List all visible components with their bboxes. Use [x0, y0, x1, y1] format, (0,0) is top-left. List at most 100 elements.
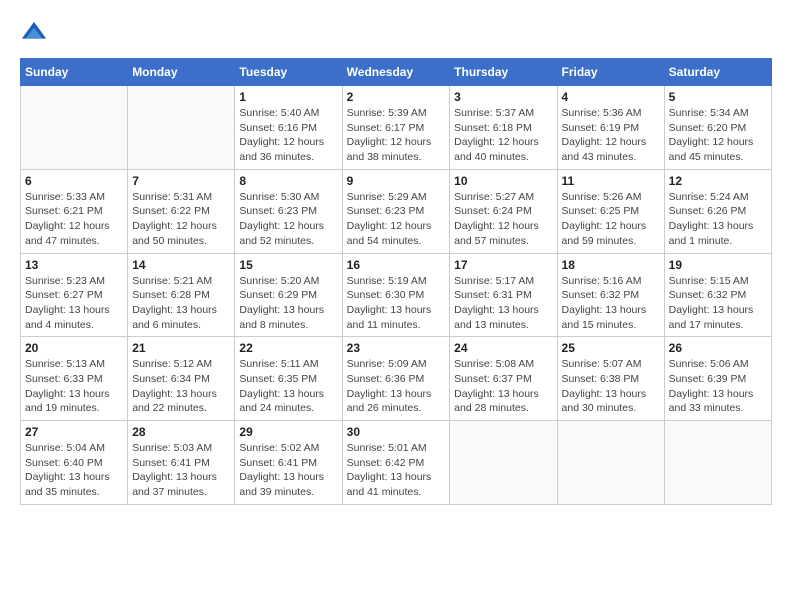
calendar-day-cell: 21 Sunrise: 5:12 AM Sunset: 6:34 PM Dayli…	[128, 337, 235, 421]
calendar-header-sunday: Sunday	[21, 59, 128, 86]
calendar-day-cell: 27 Sunrise: 5:04 AM Sunset: 6:40 PM Dayli…	[21, 421, 128, 505]
day-info: Sunrise: 5:06 AM Sunset: 6:39 PM Dayligh…	[669, 357, 767, 416]
calendar-day-cell: 6 Sunrise: 5:33 AM Sunset: 6:21 PM Daylig…	[21, 169, 128, 253]
page-header	[20, 20, 772, 48]
calendar-day-cell: 29 Sunrise: 5:02 AM Sunset: 6:41 PM Dayli…	[235, 421, 342, 505]
calendar-day-cell: 4 Sunrise: 5:36 AM Sunset: 6:19 PM Daylig…	[557, 86, 664, 170]
day-info: Sunrise: 5:29 AM Sunset: 6:23 PM Dayligh…	[347, 190, 446, 249]
calendar-day-cell: 12 Sunrise: 5:24 AM Sunset: 6:26 PM Dayli…	[664, 169, 771, 253]
calendar-day-cell: 13 Sunrise: 5:23 AM Sunset: 6:27 PM Dayli…	[21, 253, 128, 337]
day-info: Sunrise: 5:16 AM Sunset: 6:32 PM Dayligh…	[562, 274, 660, 333]
day-number: 29	[239, 425, 337, 439]
day-number: 23	[347, 341, 446, 355]
calendar-day-cell: 8Sunrise: 5:30 AM Sunset: 6:23 PM Daylig…	[235, 169, 342, 253]
calendar-day-cell: 24 Sunrise: 5:08 AM Sunset: 6:37 PM Dayli…	[450, 337, 557, 421]
day-number: 7	[132, 174, 230, 188]
calendar-header-saturday: Saturday	[664, 59, 771, 86]
calendar-day-cell: 7 Sunrise: 5:31 AM Sunset: 6:22 PM Daylig…	[128, 169, 235, 253]
calendar-day-cell: 19 Sunrise: 5:15 AM Sunset: 6:32 PM Dayli…	[664, 253, 771, 337]
day-info: Sunrise: 5:15 AM Sunset: 6:32 PM Dayligh…	[669, 274, 767, 333]
day-info: Sunrise: 5:13 AM Sunset: 6:33 PM Dayligh…	[25, 357, 123, 416]
day-info: Sunrise: 5:27 AM Sunset: 6:24 PM Dayligh…	[454, 190, 552, 249]
day-number: 18	[562, 258, 660, 272]
calendar-day-cell	[557, 421, 664, 505]
day-info: Sunrise: 5:19 AM Sunset: 6:30 PM Dayligh…	[347, 274, 446, 333]
calendar-day-cell: 1 Sunrise: 5:40 AM Sunset: 6:16 PM Daylig…	[235, 86, 342, 170]
day-number: 19	[669, 258, 767, 272]
day-info: Sunrise: 5:01 AM Sunset: 6:42 PM Dayligh…	[347, 441, 446, 500]
day-number: 4	[562, 90, 660, 104]
day-info: Sunrise: 5:36 AM Sunset: 6:19 PM Dayligh…	[562, 106, 660, 165]
day-info: Sunrise: 5:33 AM Sunset: 6:21 PM Dayligh…	[25, 190, 123, 249]
day-info: Sunrise: 5:20 AM Sunset: 6:29 PM Dayligh…	[239, 274, 337, 333]
calendar-day-cell	[450, 421, 557, 505]
day-number: 2	[347, 90, 446, 104]
day-number: 9	[347, 174, 446, 188]
calendar-header-monday: Monday	[128, 59, 235, 86]
calendar-header-tuesday: Tuesday	[235, 59, 342, 86]
day-info: Sunrise: 5:02 AM Sunset: 6:41 PM Dayligh…	[239, 441, 337, 500]
day-number: 25	[562, 341, 660, 355]
day-number: 13	[25, 258, 123, 272]
calendar-week-row: 6 Sunrise: 5:33 AM Sunset: 6:21 PM Daylig…	[21, 169, 772, 253]
calendar-day-cell: 16 Sunrise: 5:19 AM Sunset: 6:30 PM Dayli…	[342, 253, 450, 337]
calendar-header-wednesday: Wednesday	[342, 59, 450, 86]
day-number: 3	[454, 90, 552, 104]
day-info: Sunrise: 5:08 AM Sunset: 6:37 PM Dayligh…	[454, 357, 552, 416]
calendar-day-cell: 14Sunrise: 5:21 AM Sunset: 6:28 PM Dayli…	[128, 253, 235, 337]
day-info: Sunrise: 5:31 AM Sunset: 6:22 PM Dayligh…	[132, 190, 230, 249]
calendar-day-cell: 9 Sunrise: 5:29 AM Sunset: 6:23 PM Daylig…	[342, 169, 450, 253]
calendar-day-cell: 25Sunrise: 5:07 AM Sunset: 6:38 PM Dayli…	[557, 337, 664, 421]
day-number: 26	[669, 341, 767, 355]
day-number: 20	[25, 341, 123, 355]
day-info: Sunrise: 5:23 AM Sunset: 6:27 PM Dayligh…	[25, 274, 123, 333]
day-number: 10	[454, 174, 552, 188]
calendar-day-cell: 10 Sunrise: 5:27 AM Sunset: 6:24 PM Dayli…	[450, 169, 557, 253]
calendar-day-cell	[21, 86, 128, 170]
day-info: Sunrise: 5:09 AM Sunset: 6:36 PM Dayligh…	[347, 357, 446, 416]
day-number: 15	[239, 258, 337, 272]
day-number: 22	[239, 341, 337, 355]
calendar-day-cell: 26 Sunrise: 5:06 AM Sunset: 6:39 PM Dayli…	[664, 337, 771, 421]
day-number: 5	[669, 90, 767, 104]
calendar-day-cell: 5 Sunrise: 5:34 AM Sunset: 6:20 PM Daylig…	[664, 86, 771, 170]
day-number: 27	[25, 425, 123, 439]
day-info: Sunrise: 5:37 AM Sunset: 6:18 PM Dayligh…	[454, 106, 552, 165]
day-info: Sunrise: 5:03 AM Sunset: 6:41 PM Dayligh…	[132, 441, 230, 500]
calendar-week-row: 1 Sunrise: 5:40 AM Sunset: 6:16 PM Daylig…	[21, 86, 772, 170]
day-number: 24	[454, 341, 552, 355]
calendar-table: SundayMondayTuesdayWednesdayThursdayFrid…	[20, 58, 772, 505]
calendar-day-cell: 17Sunrise: 5:17 AM Sunset: 6:31 PM Dayli…	[450, 253, 557, 337]
calendar-day-cell: 15 Sunrise: 5:20 AM Sunset: 6:29 PM Dayli…	[235, 253, 342, 337]
day-number: 21	[132, 341, 230, 355]
day-info: Sunrise: 5:30 AM Sunset: 6:23 PM Dayligh…	[239, 190, 337, 249]
calendar-day-cell	[664, 421, 771, 505]
calendar-day-cell: 23 Sunrise: 5:09 AM Sunset: 6:36 PM Dayli…	[342, 337, 450, 421]
calendar-week-row: 20 Sunrise: 5:13 AM Sunset: 6:33 PM Dayli…	[21, 337, 772, 421]
calendar-week-row: 27 Sunrise: 5:04 AM Sunset: 6:40 PM Dayli…	[21, 421, 772, 505]
day-info: Sunrise: 5:17 AM Sunset: 6:31 PM Dayligh…	[454, 274, 552, 333]
calendar-day-cell: 20 Sunrise: 5:13 AM Sunset: 6:33 PM Dayli…	[21, 337, 128, 421]
day-info: Sunrise: 5:24 AM Sunset: 6:26 PM Dayligh…	[669, 190, 767, 249]
day-number: 12	[669, 174, 767, 188]
day-info: Sunrise: 5:12 AM Sunset: 6:34 PM Dayligh…	[132, 357, 230, 416]
calendar-day-cell: 30 Sunrise: 5:01 AM Sunset: 6:42 PM Dayli…	[342, 421, 450, 505]
day-info: Sunrise: 5:26 AM Sunset: 6:25 PM Dayligh…	[562, 190, 660, 249]
day-info: Sunrise: 5:04 AM Sunset: 6:40 PM Dayligh…	[25, 441, 123, 500]
calendar-day-cell: 22 Sunrise: 5:11 AM Sunset: 6:35 PM Dayli…	[235, 337, 342, 421]
calendar-header-thursday: Thursday	[450, 59, 557, 86]
day-info: Sunrise: 5:11 AM Sunset: 6:35 PM Dayligh…	[239, 357, 337, 416]
logo-icon	[20, 20, 48, 48]
day-info: Sunrise: 5:40 AM Sunset: 6:16 PM Dayligh…	[239, 106, 337, 165]
calendar-day-cell: 18 Sunrise: 5:16 AM Sunset: 6:32 PM Dayli…	[557, 253, 664, 337]
calendar-header-friday: Friday	[557, 59, 664, 86]
day-number: 16	[347, 258, 446, 272]
calendar-day-cell	[128, 86, 235, 170]
logo	[20, 20, 52, 48]
day-number: 28	[132, 425, 230, 439]
day-info: Sunrise: 5:34 AM Sunset: 6:20 PM Dayligh…	[669, 106, 767, 165]
day-info: Sunrise: 5:39 AM Sunset: 6:17 PM Dayligh…	[347, 106, 446, 165]
day-number: 6	[25, 174, 123, 188]
day-number: 30	[347, 425, 446, 439]
day-number: 1	[239, 90, 337, 104]
